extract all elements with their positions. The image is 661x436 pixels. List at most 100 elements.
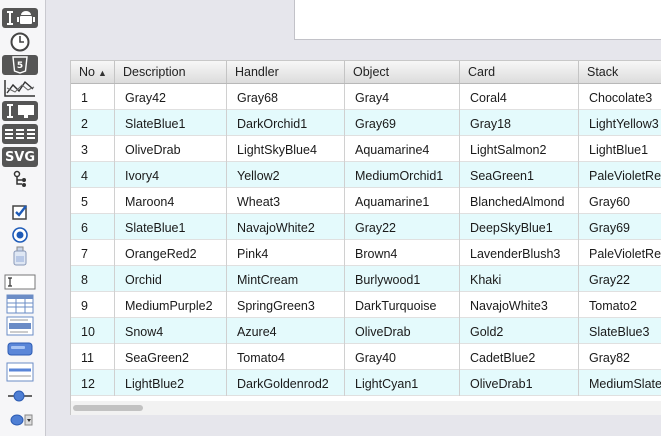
horizontal-scrollbar[interactable] (70, 401, 661, 415)
table-cell[interactable]: Maroon4 (115, 188, 227, 214)
table-row[interactable]: 8 Orchid MintCream Burlywood1 Khaki Gray22 (71, 266, 661, 292)
table-cell[interactable]: PaleVioletRed (579, 240, 661, 266)
table-cell[interactable]: Gray18 (460, 110, 579, 136)
table-cell[interactable]: Gray82 (579, 344, 661, 370)
table-cell[interactable]: 2 (71, 110, 115, 136)
table-cell[interactable]: SlateBlue3 (579, 318, 661, 344)
column-header-no[interactable]: No ▲ (71, 61, 115, 83)
checkbox-icon[interactable] (2, 202, 38, 222)
text-android-icon[interactable] (2, 8, 38, 28)
table-row[interactable]: 5 Maroon4 Wheat3 Aquamarine1 BlanchedAlmond G… (71, 188, 661, 214)
table-cell[interactable]: Yellow2 (227, 162, 345, 188)
table-cell[interactable]: Gray40 (345, 344, 460, 370)
column-header-object[interactable]: Object (345, 61, 460, 83)
combo-icon[interactable] (2, 410, 38, 430)
table-cell[interactable]: Gray68 (227, 84, 345, 110)
table-cell[interactable]: 6 (71, 214, 115, 240)
table-cell[interactable]: OliveDrab (345, 318, 460, 344)
list-icon[interactable] (2, 316, 38, 336)
table-icon[interactable] (2, 294, 38, 314)
table-cell[interactable]: DarkOrchid1 (227, 110, 345, 136)
table-cell[interactable]: OrangeRed2 (115, 240, 227, 266)
table-cell[interactable]: DarkGoldenrod2 (227, 370, 345, 396)
table-cell[interactable]: 1 (71, 84, 115, 110)
table-cell[interactable]: SpringGreen3 (227, 292, 345, 318)
column-header-description[interactable]: Description (115, 61, 227, 83)
table-cell[interactable]: Tomato2 (579, 292, 661, 318)
table-cell[interactable]: Khaki (460, 266, 579, 292)
table-cell[interactable]: OliveDrab (115, 136, 227, 162)
table-cell[interactable]: Aquamarine1 (345, 188, 460, 214)
table-cell[interactable]: Gold2 (460, 318, 579, 344)
column-header-card[interactable]: Card (460, 61, 579, 83)
slider-icon[interactable] (2, 386, 38, 406)
table-cell[interactable]: Pink4 (227, 240, 345, 266)
table-row[interactable]: 1 Gray42 Gray68 Gray4 Coral4 Chocolate3 (71, 84, 661, 110)
table-cell[interactable]: MediumOrchid1 (345, 162, 460, 188)
text-field-icon[interactable] (2, 272, 38, 292)
table-cell[interactable]: 5 (71, 188, 115, 214)
table-cell[interactable]: NavajoWhite3 (460, 292, 579, 318)
button-icon[interactable] (2, 339, 38, 359)
table-cell[interactable]: Orchid (115, 266, 227, 292)
tree-icon[interactable] (2, 170, 38, 190)
table-cell[interactable]: OliveDrab1 (460, 370, 579, 396)
table-cell[interactable]: Coral4 (460, 84, 579, 110)
table-cell[interactable]: Chocolate3 (579, 84, 661, 110)
table-row[interactable]: 6 SlateBlue1 NavajoWhite2 Gray22 DeepSkyBlue… (71, 214, 661, 240)
text-monitor-icon[interactable] (2, 101, 38, 121)
table-cell[interactable]: Snow4 (115, 318, 227, 344)
table-row[interactable]: 2 SlateBlue1 DarkOrchid1 Gray69 Gray18 LightY… (71, 110, 661, 136)
table-cell[interactable]: Azure4 (227, 318, 345, 344)
table-cell[interactable]: 8 (71, 266, 115, 292)
table-cell[interactable]: 9 (71, 292, 115, 318)
table-cell[interactable]: LavenderBlush3 (460, 240, 579, 266)
table-cell[interactable]: SeaGreen1 (460, 162, 579, 188)
table-cell[interactable]: 12 (71, 370, 115, 396)
table-cell[interactable]: SlateBlue1 (115, 110, 227, 136)
radio-icon[interactable] (2, 225, 38, 245)
table-cell[interactable]: MediumPurple2 (115, 292, 227, 318)
table-cell[interactable]: PaleVioletRed (579, 162, 661, 188)
table-cell[interactable]: Gray42 (115, 84, 227, 110)
table-cell[interactable]: MintCream (227, 266, 345, 292)
table-row[interactable]: 12 LightBlue2 DarkGoldenrod2 LightCyan1 Oliv… (71, 370, 661, 396)
table-cell[interactable]: 10 (71, 318, 115, 344)
table-cell[interactable]: 11 (71, 344, 115, 370)
table-cell[interactable]: 7 (71, 240, 115, 266)
svg-icon[interactable]: SVG (2, 147, 38, 167)
table-cell[interactable]: 4 (71, 162, 115, 188)
table-row[interactable]: 10 Snow4 Azure4 OliveDrab Gold2 SlateBlue3 (71, 318, 661, 344)
table-cell[interactable]: SlateBlue1 (115, 214, 227, 240)
table-cell[interactable]: LightBlue2 (115, 370, 227, 396)
table-row[interactable]: 11 SeaGreen2 Tomato4 Gray40 CadetBlue2 Gray82 (71, 344, 661, 370)
table-cell[interactable]: 3 (71, 136, 115, 162)
bottle-icon[interactable] (2, 246, 38, 266)
table-cell[interactable]: Brown4 (345, 240, 460, 266)
table-cell[interactable]: Aquamarine4 (345, 136, 460, 162)
table-cell[interactable]: Ivory4 (115, 162, 227, 188)
table-row[interactable]: 7 OrangeRed2 Pink4 Brown4 LavenderBlush3 Pale… (71, 240, 661, 266)
table-cell[interactable]: LightCyan1 (345, 370, 460, 396)
table-cell[interactable]: Gray22 (579, 266, 661, 292)
columns-icon[interactable] (2, 124, 38, 144)
html5-icon[interactable]: 5 (2, 55, 38, 75)
table-cell[interactable]: Gray69 (579, 214, 661, 240)
column-header-stack[interactable]: Stack (579, 61, 661, 83)
clock-icon[interactable] (2, 32, 38, 52)
table-cell[interactable]: Gray69 (345, 110, 460, 136)
table-cell[interactable]: LightSalmon2 (460, 136, 579, 162)
table-row[interactable]: 3 OliveDrab LightSkyBlue4 Aquamarine4 LightS… (71, 136, 661, 162)
table-cell[interactable]: LightSkyBlue4 (227, 136, 345, 162)
table-cell[interactable]: Gray60 (579, 188, 661, 214)
table-cell[interactable]: Gray22 (345, 214, 460, 240)
slider-panel-icon[interactable] (2, 362, 38, 382)
table-cell[interactable]: MediumSlateB (579, 370, 661, 396)
table-cell[interactable]: BlanchedAlmond (460, 188, 579, 214)
column-header-handler[interactable]: Handler (227, 61, 345, 83)
table-cell[interactable]: SeaGreen2 (115, 344, 227, 370)
table-cell[interactable]: DeepSkyBlue1 (460, 214, 579, 240)
table-cell[interactable]: LightYellow3 (579, 110, 661, 136)
table-cell[interactable]: Tomato4 (227, 344, 345, 370)
table-row[interactable]: 4 Ivory4 Yellow2 MediumOrchid1 SeaGreen1 Pale… (71, 162, 661, 188)
